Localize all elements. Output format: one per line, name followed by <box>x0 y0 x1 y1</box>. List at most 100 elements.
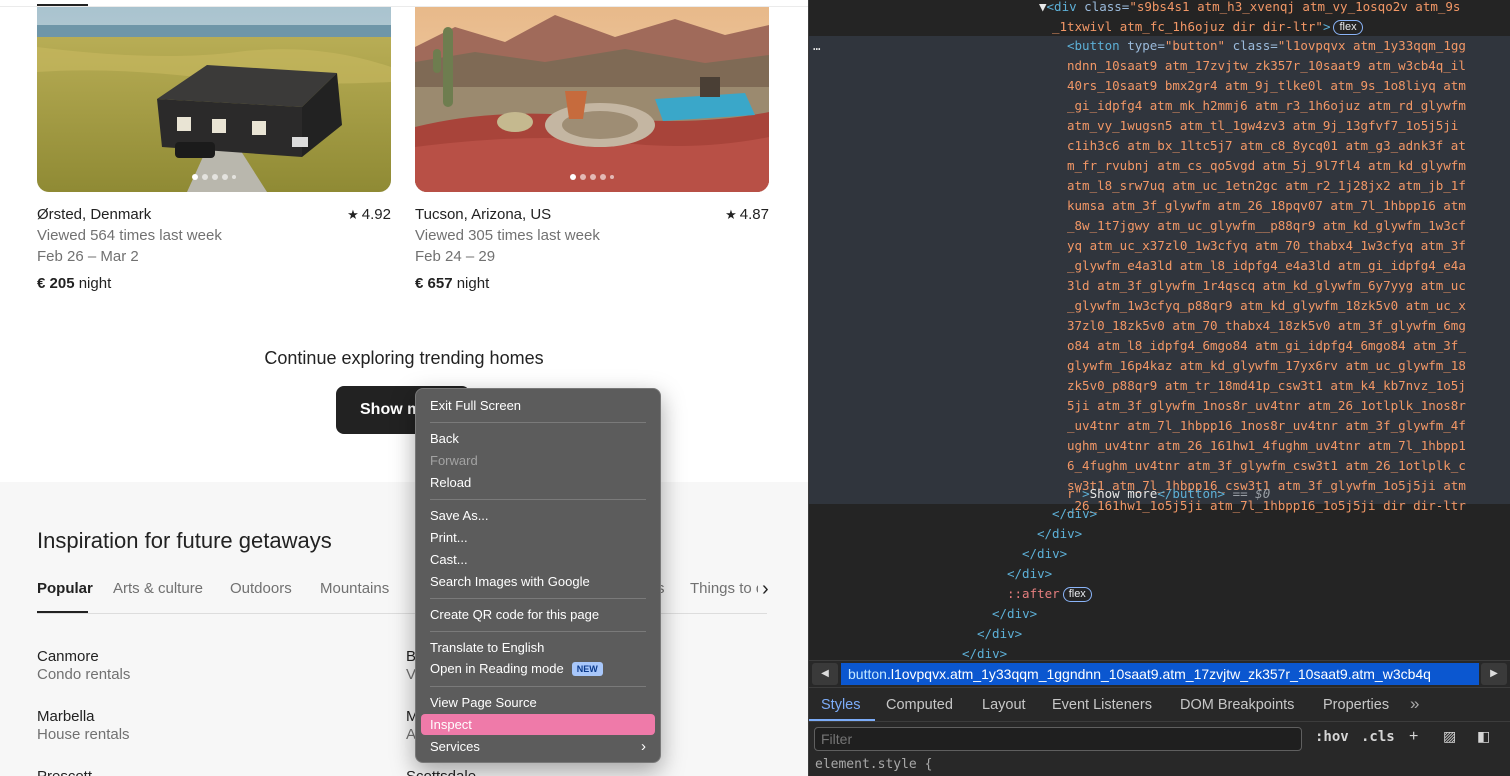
dom-line-class-continuation[interactable]: _glywfm_e4a3ld atm_l8_idpfg4_e4a3ld atm_… <box>1067 256 1466 276</box>
dom-line-div[interactable]: ▼<div class="s9bs4s1 atm_h3_xvenqj atm_v… <box>1039 0 1460 17</box>
tab-things-to-do[interactable]: Things to do <box>690 580 758 597</box>
dot[interactable] <box>212 174 218 180</box>
tab-popular[interactable]: Popular <box>37 580 93 597</box>
dom-line-class-continuation[interactable]: c1ih3c6 atm_bx_1ltc5j7 atm_c8_8ycq01 atm… <box>1067 136 1466 156</box>
flex-badge[interactable]: flex <box>1062 587 1092 602</box>
dom-line-class-continuation[interactable]: _glywfm_1w3cfyq_p88qr9 atm_kd_glywfm_18z… <box>1067 296 1466 316</box>
tab-event-listeners[interactable]: Event Listeners <box>1052 697 1152 713</box>
dom-line-class-continuation[interactable]: _uv4tnr atm_7l_1hbpp16_1nos8r_uv4tnr atm… <box>1067 416 1466 436</box>
dot[interactable] <box>232 175 236 179</box>
paint-brush-icon[interactable]: ▨ <box>1443 728 1456 745</box>
dom-line-class-continuation[interactable]: _gi_idpfg4 atm_mk_h2mmj6 atm_r3_1h6ojuz … <box>1067 96 1466 116</box>
star-icon: ★ <box>347 207 359 222</box>
dom-line-class-continuation[interactable]: 6_4fughm_uv4tnr atm_3f_glywfm_csw3t1 atm… <box>1067 456 1466 476</box>
dom-line-class-continuation[interactable]: ughm_uv4tnr atm_26_161hw1_4fughm_uv4tnr … <box>1067 436 1466 456</box>
menu-item-view-source[interactable]: View Page Source <box>430 693 646 713</box>
elements-dom-tree[interactable]: ▼<div class="s9bs4s1 atm_h3_xvenqj atm_v… <box>809 0 1510 660</box>
listing-card[interactable]: Tucson, Arizona, US ★ 4.87 Viewed 305 tim… <box>415 7 769 292</box>
dom-line-close-div[interactable]: </div> <box>1052 504 1097 524</box>
dom-line-class-continuation[interactable]: zk5v0_p88qr9 atm_tr_18md41p_csw3t1 atm_k… <box>1067 376 1466 396</box>
dom-line-close-div[interactable]: </div> <box>1037 524 1082 544</box>
city-name[interactable]: Marbella <box>37 708 95 725</box>
node-ellipsis-icon[interactable]: … <box>813 36 821 56</box>
dom-line-close-div[interactable]: </div> <box>962 644 1007 660</box>
dom-line-close-div[interactable]: </div> <box>1007 564 1052 584</box>
menu-item-reading-mode[interactable]: Open in Reading mode NEW <box>430 659 646 679</box>
dom-line-class-continuation[interactable]: atm_l8_srw7uq atm_uc_1etn2gc atm_r2_1j28… <box>1067 176 1466 196</box>
menu-item-create-qr[interactable]: Create QR code for this page <box>430 605 646 625</box>
dom-line-after[interactable]: ::after flex <box>1007 584 1092 604</box>
chevron-right-icon[interactable]: › <box>762 578 769 601</box>
dot[interactable] <box>600 174 606 180</box>
listing-card[interactable]: Ørsted, Denmark ★ 4.92 Viewed 564 times l… <box>37 7 391 292</box>
dot[interactable] <box>192 174 198 180</box>
dom-line-close-div[interactable]: </div> <box>1022 544 1067 564</box>
dot[interactable] <box>570 174 576 180</box>
menu-item-exit-full-screen[interactable]: Exit Full Screen <box>430 396 646 416</box>
city-name[interactable]: Prescott <box>37 768 92 776</box>
dot[interactable] <box>610 175 614 179</box>
price-amount: € 657 <box>415 275 453 292</box>
listing-photo-tucson[interactable] <box>415 7 769 192</box>
menu-item-save-as[interactable]: Save As... <box>430 506 646 526</box>
dom-line-class-continuation[interactable]: _8w_1t7jgwy atm_uc_glywfm__p88qr9 atm_kd… <box>1067 216 1466 236</box>
dom-line-close-div[interactable]: </div> <box>992 604 1037 624</box>
dom-line-class-continuation[interactable]: 5ji atm_3f_glywfm_1nos8r_uv4tnr atm_26_1… <box>1067 396 1466 416</box>
tab-dom-breakpoints[interactable]: DOM Breakpoints <box>1180 697 1294 713</box>
menu-item-translate[interactable]: Translate to English <box>430 638 646 658</box>
dom-line-class-continuation[interactable]: 3ld atm_3f_glywfm_1r4qscq atm_kd_glywfm_… <box>1067 276 1466 296</box>
tab-outdoors[interactable]: Outdoors <box>230 580 292 597</box>
more-tabs-icon[interactable]: » <box>1410 694 1419 714</box>
dom-line-class-continuation[interactable]: 37zl0_18zk5v0 atm_70_thabx4_18zk5v0 atm_… <box>1067 316 1466 336</box>
tab-computed[interactable]: Computed <box>886 697 953 713</box>
dom-line-class-continuation[interactable]: atm_vy_1wugsn5 atm_tl_1gw4zv3 atm_9j_13g… <box>1067 116 1458 136</box>
dom-line-close-div[interactable]: </div> <box>977 624 1022 644</box>
expand-triangle-icon[interactable]: ▼ <box>1039 0 1047 14</box>
hov-toggle[interactable]: :hov <box>1315 729 1349 745</box>
dom-line-class-continuation[interactable]: yq atm_uc_x37zl0_1w3cfyq atm_70_thabx4_1… <box>1067 236 1466 256</box>
flex-badge[interactable]: flex <box>1333 20 1363 35</box>
scroll-left-icon[interactable]: ◀ <box>812 663 838 685</box>
city-name[interactable]: Scottsdale <box>406 768 476 776</box>
dom-line-class-continuation[interactable]: 40rs_10saat9 bmx2gr4 atm_9j_tlke0l atm_9… <box>1067 76 1466 96</box>
dom-line-button-end[interactable]: r">Show more</button> == $0 <box>1067 484 1270 504</box>
breadcrumb-selected-node[interactable]: button.l1ovpqvx.atm_1y33qqm_1ggndnn_10sa… <box>841 663 1479 685</box>
menu-item-label: Open in Reading mode <box>430 661 564 676</box>
tab-layout[interactable]: Layout <box>982 697 1026 713</box>
new-style-rule-icon[interactable]: + <box>1409 728 1418 746</box>
dom-line-class-continuation[interactable]: glywfm_16p4kaz atm_kd_glywfm_17yx6rv atm… <box>1067 356 1466 376</box>
listing-photo-denmark[interactable] <box>37 7 391 192</box>
breadcrumb: ◀ button.l1ovpqvx.atm_1y33qqm_1ggndnn_10… <box>809 660 1510 688</box>
toggle-sidebar-icon[interactable]: ◧ <box>1477 728 1490 745</box>
scroll-right-icon[interactable]: ▶ <box>1481 663 1507 685</box>
continue-exploring-heading: Continue exploring trending homes <box>264 348 544 368</box>
cls-toggle[interactable]: .cls <box>1361 729 1395 745</box>
menu-item-cast[interactable]: Cast... <box>430 550 646 570</box>
tab-mountains[interactable]: Mountains <box>320 580 389 597</box>
pseudo-after: ::after <box>1007 586 1060 601</box>
dom-line-class-continuation[interactable]: kumsa atm_3f_glywfm atm_26_18pqv07 atm_7… <box>1067 196 1466 216</box>
dom-line-class-continuation[interactable]: ndnn_10saat9 atm_17zvjtw_zk357r_10saat9 … <box>1067 56 1466 76</box>
dom-line-button[interactable]: <button type="button" class="l1ovpqvx at… <box>1067 36 1466 56</box>
dot[interactable] <box>590 174 596 180</box>
city-name[interactable]: Canmore <box>37 648 99 665</box>
dom-line-class-continuation[interactable]: m_fr_rvubnj atm_cs_qo5vgd atm_5j_9l7fl4 … <box>1067 156 1466 176</box>
tucson-house-image <box>415 7 769 192</box>
dom-line-div-cont[interactable]: _1txwivl atm_fc_1h6ojuz dir dir-ltr"> fle… <box>1052 17 1363 37</box>
dot[interactable] <box>580 174 586 180</box>
menu-item-search-images[interactable]: Search Images with Google <box>430 572 646 592</box>
photo-pagination-dots <box>570 174 614 180</box>
menu-item-inspect[interactable]: Inspect <box>421 714 655 735</box>
dom-line-class-continuation[interactable]: o84 atm_l8_idpfg4_6mgo84 atm_gi_idpfg4_6… <box>1067 336 1466 356</box>
styles-filter-input[interactable] <box>814 727 1302 751</box>
dot[interactable] <box>202 174 208 180</box>
dot[interactable] <box>222 174 228 180</box>
tab-arts-culture[interactable]: Arts & culture <box>113 580 203 597</box>
attr-value: ndnn_10saat9 atm_17zvjtw_zk357r_10saat9 … <box>1067 58 1466 73</box>
menu-item-services[interactable]: Services › <box>430 737 646 757</box>
menu-item-print[interactable]: Print... <box>430 528 646 548</box>
tab-styles[interactable]: Styles <box>821 697 861 713</box>
menu-item-back[interactable]: Back <box>430 429 646 449</box>
menu-item-reload[interactable]: Reload <box>430 473 646 493</box>
tab-properties[interactable]: Properties <box>1323 697 1389 713</box>
